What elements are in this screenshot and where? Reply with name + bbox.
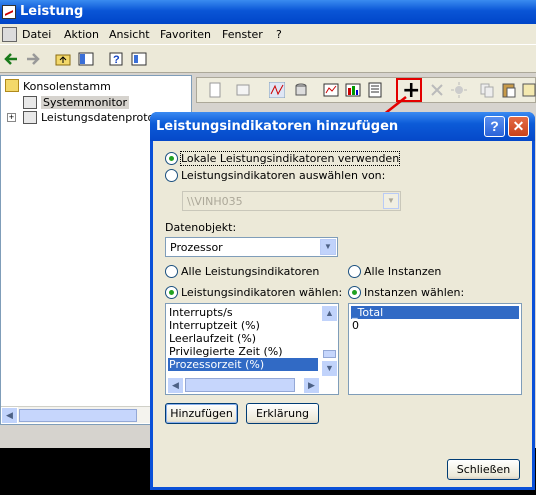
performance-app-icon: [2, 5, 16, 19]
properties-icon-2[interactable]: [521, 82, 536, 98]
view-graph-icon[interactable]: [323, 82, 339, 98]
radio-select-instances[interactable]: [348, 286, 361, 299]
radio-select-counters[interactable]: [165, 286, 178, 299]
console-menu-icon[interactable]: [2, 27, 17, 42]
menu-ansicht[interactable]: Ansicht: [109, 28, 150, 41]
view-histogram-icon[interactable]: [345, 82, 361, 98]
main-title-bar: Leistung: [0, 0, 536, 24]
menu-datei[interactable]: Datei: [22, 28, 51, 41]
label-data-object: Datenobjekt:: [165, 221, 237, 234]
close-button[interactable]: Schließen: [447, 459, 520, 480]
dialog-body: Lokale Leistungsindikatoren verwenden Le…: [153, 141, 532, 487]
dialog-close-button[interactable]: ✕: [508, 116, 529, 137]
copy-icon[interactable]: [479, 82, 495, 98]
menu-aktion[interactable]: Aktion: [64, 28, 99, 41]
data-object-value: Prozessor: [170, 241, 223, 254]
list-item[interactable]: 0: [351, 319, 519, 332]
show-tree-icon[interactable]: [78, 51, 94, 67]
label-all-counters[interactable]: Alle Leistungsindikatoren: [181, 265, 319, 278]
chevron-down-icon[interactable]: ▼: [383, 193, 399, 209]
add-counters-dialog: Leistungsindikatoren hinzufügen ? ✕ Loka…: [150, 112, 535, 490]
radio-local-counters[interactable]: [165, 152, 178, 165]
tree-item-logs[interactable]: Leistungsdatenprotoko: [41, 111, 167, 124]
main-window-title: Leistung: [20, 4, 84, 19]
label-select-instances[interactable]: Instanzen wählen:: [364, 286, 464, 299]
scroll-thumb[interactable]: [19, 409, 137, 422]
forward-arrow-icon[interactable]: [25, 51, 41, 67]
menu-fenster[interactable]: Fenster: [222, 28, 263, 41]
list-item[interactable]: Interrupts/s: [168, 306, 318, 319]
log-icon: [23, 111, 37, 124]
scroll-right-icon[interactable]: ▶: [303, 377, 320, 394]
folder-icon: [5, 79, 19, 92]
radio-select-from-computer[interactable]: [165, 169, 178, 182]
clear-display-icon[interactable]: [235, 82, 251, 98]
label-select-from-computer[interactable]: Leistungsindikatoren auswählen von:: [181, 169, 385, 182]
tree-root[interactable]: Konsolenstamm: [23, 80, 111, 93]
menu-bar: Datei Aktion Ansicht Favoriten Fenster ?: [0, 24, 536, 45]
main-toolbar: ?: [0, 45, 536, 73]
scroll-down-icon[interactable]: ▼: [321, 360, 338, 377]
dialog-help-button[interactable]: ?: [484, 116, 505, 137]
tree-item-systemmonitor[interactable]: Systemmonitor: [41, 96, 130, 109]
delete-icon[interactable]: [429, 82, 445, 98]
menu-help[interactable]: ?: [276, 28, 282, 41]
add-button[interactable]: Hinzufügen: [165, 403, 238, 424]
data-object-combo[interactable]: Prozessor ▼: [165, 237, 338, 257]
list-item[interactable]: Leerlaufzeit (%): [168, 332, 318, 345]
list-item-selected[interactable]: _Total: [351, 306, 519, 319]
computer-value: \\VINH035: [187, 195, 243, 208]
menu-favoriten[interactable]: Favoriten: [160, 28, 211, 41]
up-folder-icon[interactable]: [55, 51, 71, 67]
monitor-icon: [23, 96, 37, 109]
label-select-counters[interactable]: Leistungsindikatoren wählen:: [181, 286, 342, 299]
dialog-title-bar: Leistungsindikatoren hinzufügen ? ✕: [150, 112, 535, 141]
svg-text:?: ?: [113, 54, 120, 66]
back-arrow-icon[interactable]: [3, 51, 19, 67]
list-item-selected[interactable]: Prozessorzeit (%): [168, 358, 318, 371]
highlight-icon[interactable]: [451, 82, 467, 98]
expand-icon[interactable]: +: [7, 113, 16, 122]
scroll-thumb[interactable]: [185, 378, 295, 392]
sysmon-toolbar: [196, 77, 536, 103]
view-log-data-icon[interactable]: [293, 82, 309, 98]
computer-combo[interactable]: \\VINH035 ▼: [182, 191, 401, 211]
current-activity-icon[interactable]: [269, 82, 285, 98]
explain-button[interactable]: Erklärung: [246, 403, 319, 424]
scroll-left-icon[interactable]: ◀: [1, 407, 18, 424]
label-all-instances[interactable]: Alle Instanzen: [364, 265, 441, 278]
scroll-thumb[interactable]: [323, 350, 336, 358]
radio-all-counters[interactable]: [165, 265, 178, 278]
list-item[interactable]: Interruptzeit (%): [168, 319, 318, 332]
dialog-title: Leistungsindikatoren hinzufügen: [156, 119, 399, 134]
new-counter-set-icon[interactable]: [207, 82, 223, 98]
paste-icon[interactable]: [501, 82, 517, 98]
chevron-down-icon[interactable]: ▼: [320, 239, 336, 255]
help-icon[interactable]: ?: [108, 51, 124, 67]
list-item[interactable]: Privilegierte Zeit (%): [168, 345, 318, 358]
instances-listbox[interactable]: _Total 0: [348, 303, 522, 395]
scroll-up-icon[interactable]: ▲: [321, 305, 338, 322]
properties-icon[interactable]: [131, 51, 147, 67]
label-local-counters[interactable]: Lokale Leistungsindikatoren verwenden: [179, 151, 401, 166]
radio-all-instances[interactable]: [348, 265, 361, 278]
counters-listbox[interactable]: Interrupts/s Interruptzeit (%) Leerlaufz…: [165, 303, 339, 395]
scroll-left-icon[interactable]: ◀: [167, 377, 184, 394]
